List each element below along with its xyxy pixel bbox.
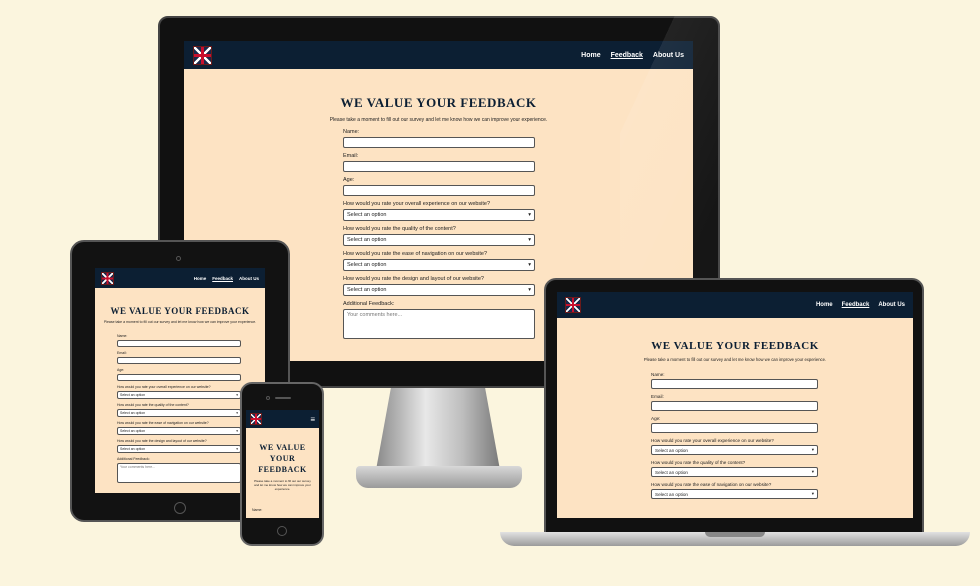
nav-feedback-link[interactable]: Feedback <box>842 302 870 308</box>
email-input[interactable] <box>117 357 241 364</box>
intro-text: Please take a moment to fill out our sur… <box>103 320 257 324</box>
site-nav: Home Feedback About Us <box>95 268 265 288</box>
q3-label: How would you rate the ease of navigatio… <box>651 482 772 487</box>
email-label: Email: <box>651 394 664 399</box>
page-title: WE VALUE YOUR FEEDBACK <box>340 95 537 110</box>
laptop-trackpad-notch <box>705 532 765 537</box>
age-input[interactable] <box>117 374 241 381</box>
feedback-form: Name: <box>252 508 312 512</box>
phone-screen: ≡ WE VALUE YOUR FEEDBACK Please take a m… <box>246 410 319 518</box>
q2-select[interactable]: Select an option ▾ <box>117 409 241 417</box>
laptop-screen: Home Feedback About Us WE VALUE YOUR FEE… <box>557 292 913 518</box>
q2-label: How would you rate the quality of the co… <box>117 403 189 407</box>
feedback-form: Name: Email: Age: How would you rate you… <box>117 334 241 483</box>
q2-select[interactable]: Select an option ▾ <box>651 467 818 477</box>
site-nav: ≡ <box>246 410 319 428</box>
site-nav: Home Feedback About Us <box>184 41 693 69</box>
chevron-down-icon: ▾ <box>528 287 531 293</box>
feedback-label: Additional Feedback: <box>117 457 150 461</box>
page-title: WE VALUE YOUR FEEDBACK <box>258 443 307 474</box>
phone-speaker <box>275 397 291 399</box>
email-input[interactable] <box>651 401 818 411</box>
chevron-down-icon: ▾ <box>811 491 814 496</box>
intro-text: Please take a moment to fill out our sur… <box>329 117 548 123</box>
tablet-camera <box>176 256 181 261</box>
nav-feedback-link[interactable]: Feedback <box>212 276 233 281</box>
name-label: Name: <box>252 508 263 512</box>
nav-about-link[interactable]: About Us <box>878 302 905 308</box>
age-label: Age: <box>343 177 355 183</box>
nav-home-link[interactable]: Home <box>581 52 600 59</box>
phone-home-button[interactable] <box>277 526 287 536</box>
chevron-down-icon: ▾ <box>528 212 531 218</box>
email-label: Email: <box>343 153 359 159</box>
q4-select[interactable]: Select an option ▾ <box>117 445 241 453</box>
name-input[interactable] <box>343 137 535 148</box>
intro-text: Please take a moment to fill out our sur… <box>643 357 827 362</box>
union-jack-icon[interactable] <box>101 271 114 285</box>
intro-text: Please take a moment to fill out our sur… <box>254 479 311 491</box>
q3-label: How would you rate the ease of navigatio… <box>117 421 209 425</box>
monitor-stand <box>376 388 500 470</box>
feedback-textarea[interactable]: Your comments here... <box>117 463 241 483</box>
phone-camera <box>266 396 270 400</box>
q3-select[interactable]: Select an option ▾ <box>343 259 535 271</box>
name-input[interactable] <box>117 340 241 347</box>
union-jack-icon[interactable] <box>250 413 262 425</box>
hamburger-menu-icon[interactable]: ≡ <box>310 415 315 424</box>
age-label: Age: <box>651 416 661 421</box>
q1-label: How would you rate your overall experien… <box>343 201 491 207</box>
q2-label: How would you rate the quality of the co… <box>343 226 456 232</box>
q3-select[interactable]: Select an option ▾ <box>651 489 818 499</box>
feedback-form: Name: Email: Age: How would you rate you… <box>343 129 535 339</box>
q4-select[interactable]: Select an option ▾ <box>343 284 535 296</box>
page-title: WE VALUE YOUR FEEDBACK <box>651 340 819 352</box>
nav-home-link[interactable]: Home <box>816 302 833 308</box>
union-jack-icon[interactable] <box>193 45 212 65</box>
q3-select[interactable]: Select an option ▾ <box>117 427 241 435</box>
q4-label: How would you rate the design and layout… <box>117 439 207 443</box>
name-label: Name: <box>117 334 128 338</box>
feedback-label: Additional Feedback: <box>343 301 395 307</box>
chevron-down-icon: ▾ <box>236 429 238 433</box>
chevron-down-icon: ▾ <box>528 237 531 243</box>
email-input[interactable] <box>343 161 535 172</box>
name-input[interactable] <box>651 379 818 389</box>
q1-select[interactable]: Select an option ▾ <box>117 391 241 399</box>
chevron-down-icon: ▾ <box>236 447 238 451</box>
chevron-down-icon: ▾ <box>811 469 814 474</box>
chevron-down-icon: ▾ <box>236 393 238 397</box>
chevron-down-icon: ▾ <box>236 411 238 415</box>
q1-label: How would you rate your overall experien… <box>651 438 774 443</box>
q1-select[interactable]: Select an option ▾ <box>651 445 818 455</box>
feedback-form: Name: Email: Age: How would you rate you… <box>651 372 818 504</box>
nav-about-link[interactable]: About Us <box>239 276 259 281</box>
monitor-base <box>356 466 522 488</box>
age-input[interactable] <box>343 185 535 196</box>
email-label: Email: <box>117 351 127 355</box>
q4-label: How would you rate the design and layout… <box>343 276 484 282</box>
name-label: Name: <box>343 129 360 135</box>
union-jack-icon[interactable] <box>565 297 581 313</box>
q2-label: How would you rate the quality of the co… <box>651 460 746 465</box>
q2-select[interactable]: Select an option ▾ <box>343 234 535 246</box>
feedback-textarea[interactable]: Your comments here... <box>343 309 535 339</box>
site-nav: Home Feedback About Us <box>557 292 913 318</box>
q1-label: How would you rate your overall experien… <box>117 385 211 389</box>
tablet-home-button[interactable] <box>174 502 186 514</box>
chevron-down-icon: ▾ <box>811 447 814 452</box>
q1-select[interactable]: Select an option ▾ <box>343 209 535 221</box>
q3-label: How would you rate the ease of navigatio… <box>343 251 488 257</box>
nav-home-link[interactable]: Home <box>194 276 207 281</box>
chevron-down-icon: ▾ <box>528 262 531 268</box>
age-label: Age: <box>117 368 125 372</box>
age-input[interactable] <box>651 423 818 433</box>
page-title: WE VALUE YOUR FEEDBACK <box>110 306 250 316</box>
name-label: Name: <box>651 372 665 377</box>
